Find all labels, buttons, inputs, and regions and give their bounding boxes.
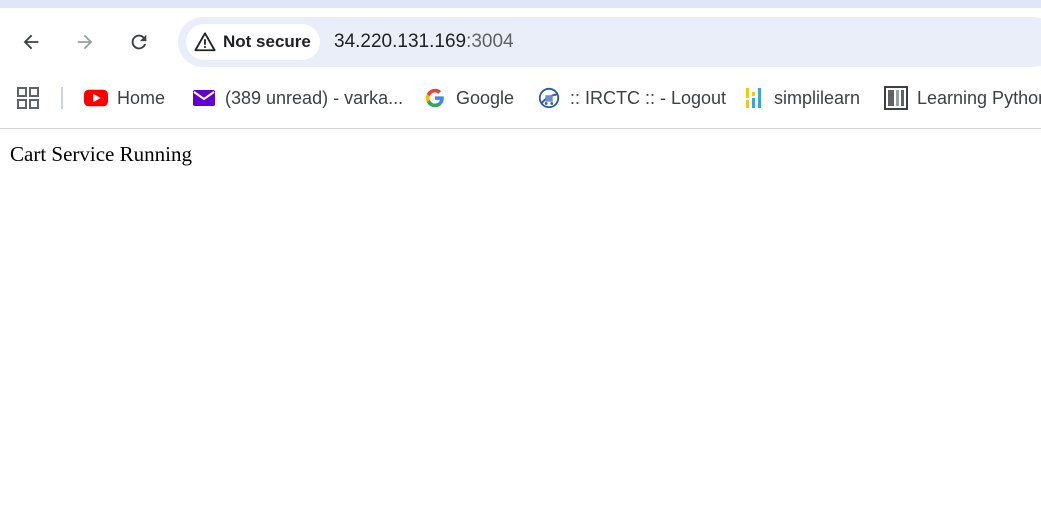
url-port: :3004 (466, 31, 514, 52)
security-indicator-chip[interactable]: Not secure (186, 24, 320, 60)
bookmark-home[interactable]: Home (84, 84, 165, 112)
simplilearn-icon (741, 86, 765, 110)
back-arrow-icon (23, 34, 39, 50)
bookmark-label: (389 unread) - varka... (225, 87, 404, 108)
url-text[interactable]: 34.220.131.169:3004 (334, 31, 514, 53)
irctc-icon (537, 86, 561, 110)
url-host: 34.220.131.169 (334, 31, 467, 52)
bookmark-google[interactable]: Google (423, 84, 514, 112)
back-button[interactable] (14, 25, 48, 59)
bookmarks-bar: Home (389 unread) - varka... Google:: I… (0, 76, 1041, 128)
bookmark-label: :: IRCTC :: - Logout (570, 87, 727, 108)
reload-button[interactable] (122, 25, 156, 59)
page-body-text: Cart Service Running (10, 142, 192, 166)
google-icon (423, 86, 447, 110)
bookmark-yahoo-mail[interactable]: (389 unread) - varka... (192, 84, 403, 112)
bookmarks-divider (61, 87, 63, 109)
yahoo-mail-icon (192, 86, 216, 110)
bookmark-irctc[interactable]: :: IRCTC :: - Logout (537, 84, 726, 112)
page-content: Cart Service Running (0, 129, 1041, 508)
bookmark-label: Home (117, 87, 166, 108)
address-bar[interactable]: Not secure 34.220.131.169:3004 (178, 17, 1041, 67)
window-top-strip (0, 0, 1041, 8)
bookmark-label: Google (456, 87, 515, 108)
warning-icon (194, 32, 216, 52)
youtube-icon (84, 86, 108, 110)
bookmark-learning-python[interactable]: Learning Python (884, 84, 1041, 112)
apps-button[interactable] (16, 84, 40, 112)
reload-icon (131, 34, 147, 50)
apps-grid-icon (16, 86, 40, 110)
forward-button[interactable] (68, 25, 102, 59)
bookmark-label: Learning Python (917, 87, 1041, 108)
bookmark-label: simplilearn (774, 87, 861, 108)
book-icon (884, 86, 908, 110)
browser-toolbar: Not secure 34.220.131.169:3004 (0, 8, 1041, 76)
security-label: Not secure (223, 32, 311, 51)
forward-arrow-icon (77, 34, 93, 50)
bookmark-simplilearn[interactable]: simplilearn (741, 84, 860, 112)
